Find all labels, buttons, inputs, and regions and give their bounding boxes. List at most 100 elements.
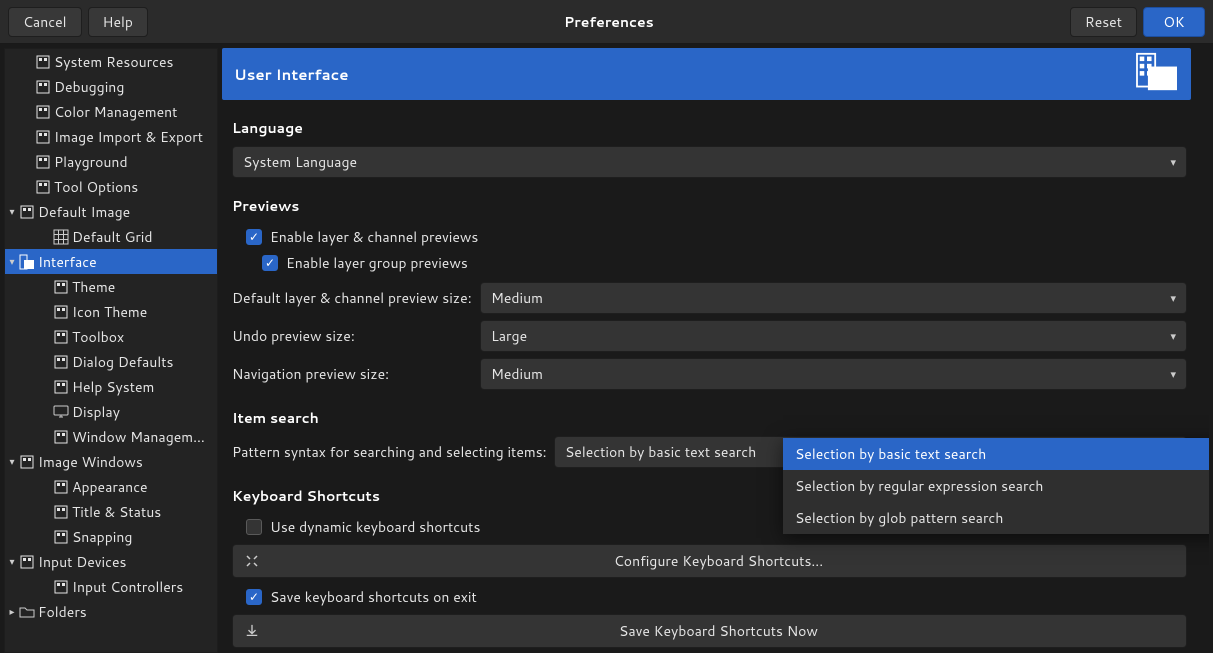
sidebar-item-playground[interactable]: Playground — [5, 149, 217, 174]
image-windows-icon — [19, 454, 35, 470]
expander-open-icon[interactable]: ▾ — [5, 255, 19, 269]
titlebar: Cancel Help Preferences Reset OK — [0, 0, 1213, 44]
category-tree[interactable]: System Resources Debugging Color Managemen… — [4, 48, 218, 653]
default-preview-size-label: Default layer & channel preview size: — [232, 288, 474, 308]
sidebar-item-system-resources[interactable]: System Resources — [5, 49, 217, 74]
sidebar-item-label: Interface — [38, 252, 97, 272]
sidebar-item-default-grid[interactable]: Default Grid — [5, 224, 217, 249]
enable-layer-group-previews-label: Enable layer group previews — [286, 253, 468, 273]
sidebar-item-label: Theme — [72, 277, 115, 297]
sidebar-item-window-management[interactable]: Window Management — [5, 424, 217, 449]
sidebar-item-folders[interactable]: ▸ Folders — [5, 599, 217, 624]
save-icon — [243, 624, 261, 638]
sidebar-item-icon-theme[interactable]: Icon Theme — [5, 299, 217, 324]
sidebar-item-dialog-defaults[interactable]: Dialog Defaults — [5, 349, 217, 374]
section-previews: Previews — [232, 196, 1187, 216]
navigation-preview-size-combo[interactable]: Medium ▾ — [480, 358, 1187, 390]
sidebar-item-input-devices[interactable]: ▾Input Devices — [5, 549, 217, 574]
chevron-down-icon: ▾ — [1170, 290, 1176, 306]
sidebar-item-label: Snapping — [72, 527, 132, 547]
default-preview-size-combo[interactable]: Medium ▾ — [480, 282, 1187, 314]
sidebar-item-label: Display — [72, 402, 120, 422]
sidebar-item-title-status[interactable]: Title & Status — [5, 499, 217, 524]
toolbox-icon — [53, 329, 69, 345]
sidebar-item-label: Image Import & Export — [54, 127, 203, 147]
sidebar-item-theme[interactable]: Theme — [5, 274, 217, 299]
sidebar-item-label: Tool Options — [54, 177, 138, 197]
sidebar-item-toolbox[interactable]: Toolbox — [5, 324, 217, 349]
language-value: System Language — [243, 152, 1170, 172]
undo-preview-size-combo[interactable]: Large ▾ — [480, 320, 1187, 352]
sidebar-item-display[interactable]: Display — [5, 399, 217, 424]
section-language: Language — [232, 118, 1187, 138]
enable-layer-channel-previews-checkbox[interactable]: Enable layer & channel previews — [232, 224, 1187, 250]
page-header: User Interface — [222, 48, 1191, 100]
sidebar-item-label: Appearance — [72, 477, 148, 497]
expander-open-icon[interactable]: ▾ — [5, 205, 19, 219]
chevron-down-icon: ▾ — [1170, 154, 1176, 170]
pattern-option-basic[interactable]: Selection by basic text search — [783, 438, 1209, 470]
sidebar-item-snapping[interactable]: Snapping — [5, 524, 217, 549]
expander-open-icon[interactable]: ▾ — [5, 455, 19, 469]
sidebar-item-color-management[interactable]: Color Management — [5, 99, 217, 124]
sidebar-item-debugging[interactable]: Debugging — [5, 74, 217, 99]
color-management-icon — [35, 104, 51, 120]
snapping-icon — [53, 529, 69, 545]
sidebar-item-label: System Resources — [54, 52, 173, 72]
cancel-button[interactable]: Cancel — [8, 7, 82, 37]
default-grid-icon — [53, 229, 69, 245]
sidebar-item-help-system[interactable]: Help System — [5, 374, 217, 399]
pattern-option-regex[interactable]: Selection by regular expression search — [783, 470, 1209, 502]
sidebar-item-image-import-export[interactable]: Image Import & Export — [5, 124, 217, 149]
enable-layer-group-previews-checkbox[interactable]: Enable layer group previews — [232, 250, 1187, 276]
sidebar-item-label: Window Management — [72, 427, 211, 447]
sidebar-item-label: Icon Theme — [72, 302, 147, 322]
reset-button[interactable]: Reset — [1070, 7, 1137, 37]
pattern-option-glob[interactable]: Selection by glob pattern search — [783, 502, 1209, 534]
system-resources-icon — [35, 54, 51, 70]
save-keyboard-shortcuts-now-button[interactable]: Save Keyboard Shortcuts Now — [232, 614, 1187, 648]
sidebar-item-tool-options[interactable]: Tool Options — [5, 174, 217, 199]
interface-icon — [19, 254, 35, 270]
checkbox-unchecked-icon — [246, 519, 262, 535]
help-button[interactable]: Help — [88, 7, 148, 37]
sidebar-item-label: Folders — [38, 602, 87, 622]
expander-open-icon[interactable]: ▾ — [5, 555, 19, 569]
ok-button[interactable]: OK — [1143, 7, 1205, 37]
tools-icon — [243, 553, 261, 569]
input-devices-icon — [19, 554, 35, 570]
sidebar-item-label: Playground — [54, 152, 128, 172]
sidebar-item-label: Debugging — [54, 77, 124, 97]
sidebar-item-label: Color Management — [54, 102, 177, 122]
sidebar-item-input-controllers[interactable]: Input Controllers — [5, 574, 217, 599]
sidebar-item-appearance[interactable]: Appearance — [5, 474, 217, 499]
sidebar-item-label: Dialog Defaults — [72, 352, 173, 372]
sidebar-item-label: Input Controllers — [72, 577, 183, 597]
chevron-down-icon: ▾ — [1170, 328, 1176, 344]
default-image-icon — [19, 204, 35, 220]
dialog-title: Preferences — [154, 12, 1064, 32]
enable-layer-channel-previews-label: Enable layer & channel previews — [270, 227, 478, 247]
chevron-down-icon: ▾ — [1170, 366, 1176, 382]
icon-theme-icon — [53, 304, 69, 320]
sidebar-item-label: Toolbox — [72, 327, 124, 347]
interface-icon — [1135, 52, 1179, 97]
window-management-icon — [53, 429, 69, 445]
dialog-defaults-icon — [53, 354, 69, 370]
sidebar-item-default-image[interactable]: ▾Default Image — [5, 199, 217, 224]
undo-preview-size-label: Undo preview size: — [232, 326, 474, 346]
sidebar-item-label: Image Windows — [38, 452, 143, 472]
folders-icon — [19, 604, 35, 620]
pattern-syntax-label: Pattern syntax for searching and selecti… — [232, 442, 548, 462]
expander-closed-icon[interactable]: ▸ — [5, 605, 19, 619]
sidebar-item-label: Title & Status — [72, 502, 161, 522]
save-shortcuts-on-exit-checkbox[interactable]: Save keyboard shortcuts on exit — [232, 584, 1187, 610]
language-combo[interactable]: System Language ▾ — [232, 146, 1187, 178]
sidebar-item-image-windows[interactable]: ▾ Image Windows — [5, 449, 217, 474]
content-scroll[interactable]: User Interface Language System Language … — [222, 48, 1209, 653]
sidebar-item-interface[interactable]: ▾ Interface — [5, 249, 217, 274]
configure-keyboard-shortcuts-button[interactable]: Configure Keyboard Shortcuts... — [232, 544, 1187, 578]
playground-icon — [35, 154, 51, 170]
section-item-search: Item search — [232, 408, 1187, 428]
checkbox-checked-icon — [246, 229, 262, 245]
